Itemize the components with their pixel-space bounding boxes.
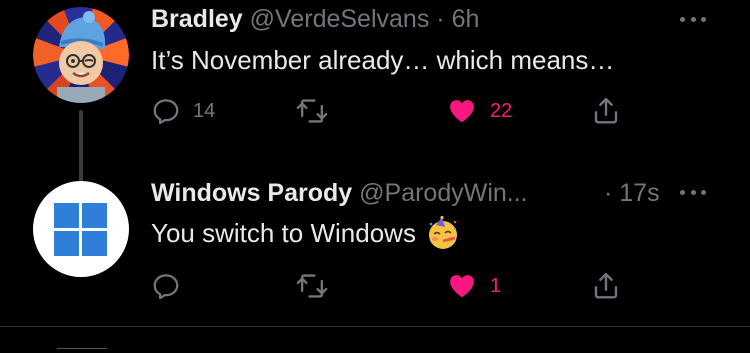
retweet-button[interactable] (296, 266, 340, 306)
windows-logo-icon (54, 203, 107, 256)
share-icon (594, 97, 618, 124)
next-tweet-partial (57, 348, 107, 353)
timestamp-group: · 17s (604, 178, 660, 208)
heart-filled-icon (450, 275, 474, 298)
tweet[interactable]: Bradley @VerdeSelvans · 6h It’s November… (0, 0, 750, 170)
tweet-actions: 1 (151, 266, 641, 306)
reply-button[interactable]: 14 (151, 91, 215, 131)
like-count: 1 (490, 274, 502, 297)
like-button[interactable]: 1 (446, 266, 501, 306)
tweet-timestamp[interactable]: 17s (619, 179, 659, 207)
separator-dot: · (436, 5, 445, 33)
share-button[interactable] (591, 91, 621, 131)
author-handle[interactable]: @ParodyWin... (359, 179, 527, 207)
tweet-divider (0, 326, 750, 327)
heart-filled-icon (450, 100, 474, 123)
partying-face-emoji-icon (426, 215, 460, 250)
author-handle[interactable]: @VerdeSelvans (250, 5, 430, 33)
more-options-icon[interactable] (680, 16, 706, 22)
share-button[interactable] (591, 266, 621, 306)
avatar[interactable] (33, 181, 129, 277)
tweet-actions: 14 22 (151, 91, 641, 131)
tweet-text-row: You switch to Windows (151, 215, 460, 250)
reply-button[interactable] (151, 266, 193, 306)
share-icon (594, 272, 618, 299)
tweet[interactable]: Windows Parody @ParodyWin... · 17s You s… (0, 170, 750, 326)
reply-icon (153, 99, 179, 125)
tweet-timestamp[interactable]: 6h (452, 5, 480, 33)
reply-count: 14 (193, 99, 216, 122)
avatar[interactable] (33, 7, 129, 103)
retweet-icon (296, 99, 328, 123)
tweet-text: You switch to Windows (151, 218, 416, 248)
memoji-avatar-icon (33, 7, 129, 103)
author-name[interactable]: Bradley (151, 5, 243, 33)
separator-dot: · (604, 179, 613, 207)
timeline: Bradley @VerdeSelvans · 6h It’s November… (0, 0, 750, 353)
retweet-icon (296, 274, 328, 298)
author-name[interactable]: Windows Parody (151, 179, 352, 207)
like-button[interactable]: 22 (446, 91, 512, 131)
tweet-text: It’s November already… which means… (151, 45, 615, 75)
reply-icon (153, 274, 179, 300)
more-options-icon[interactable] (680, 189, 706, 195)
like-count: 22 (490, 99, 513, 122)
tweet-header: Windows Parody @ParodyWin... · 17s (151, 178, 671, 208)
tweet-header: Bradley @VerdeSelvans · 6h (151, 4, 479, 34)
retweet-button[interactable] (296, 91, 340, 131)
